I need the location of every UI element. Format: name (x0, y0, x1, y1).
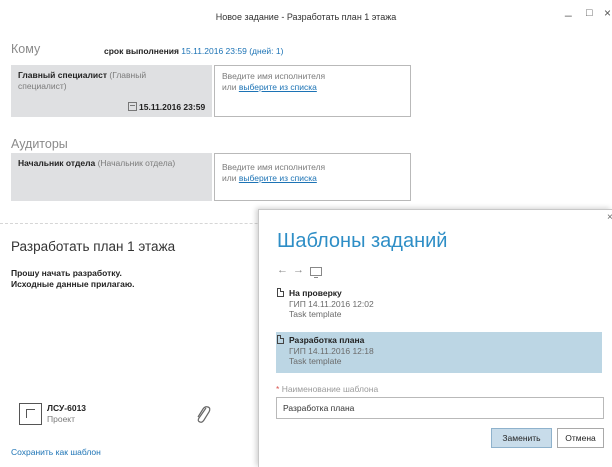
assignee-input[interactable]: Введите имя исполнителя или выберите из … (214, 65, 411, 117)
template-name-value: Разработка плана (283, 403, 355, 413)
assignee-date: 15.11.2016 23:59 (139, 102, 206, 112)
template-name-label: * Наименование шаблона (276, 384, 379, 394)
replace-button[interactable]: Заменить (491, 428, 552, 448)
maximize-button[interactable]: □ (586, 7, 593, 19)
deadline-label: срок выполнения (104, 46, 179, 56)
project-icon[interactable] (19, 403, 42, 425)
monitor-icon[interactable] (310, 267, 322, 278)
document-icon (277, 288, 284, 297)
dialog-title: Шаблоны заданий (277, 230, 448, 252)
task-body[interactable]: Прошу начать разработку. Исходные данные… (11, 268, 135, 290)
project-code[interactable]: ЛСУ-6013 (47, 403, 86, 414)
deadline-days: (дней: 1) (249, 46, 284, 56)
assignee-input-or: или (222, 82, 237, 92)
auditor-choose-link[interactable]: выберите из списка (239, 173, 317, 183)
task-title[interactable]: Разработать план 1 этажа (11, 239, 175, 254)
deadline-row: срок выполнения 15.11.2016 23:59 (дней: … (104, 46, 283, 57)
calendar-icon[interactable] (128, 102, 137, 111)
template-item-meta: ГИП 14.11.2016 12:18 Task template (289, 346, 374, 366)
to-header: Кому (11, 42, 41, 56)
template-item[interactable]: Разработка плана ГИП 14.11.2016 12:18 Task… (276, 332, 602, 373)
task-body-line2: Исходные данные прилагаю. (11, 279, 135, 289)
auditor-input-hint: Введите имя исполнителя (222, 162, 326, 172)
auditor-role: (Начальник отдела) (97, 158, 176, 168)
dialog-close-button[interactable]: × (607, 212, 612, 223)
template-name-input[interactable]: Разработка плана (276, 397, 604, 419)
save-as-template-link[interactable]: Сохранить как шаблон (11, 447, 101, 458)
project-label: Проект (47, 414, 75, 424)
auditor-card[interactable]: Начальник отдела (Начальник отдела) (11, 153, 212, 201)
window-title: Новое задание - Разработать план 1 этажа (215, 12, 397, 22)
deadline-value[interactable]: 15.11.2016 23:59 (181, 46, 247, 56)
document-icon (277, 335, 284, 344)
auditor-input-or: или (222, 173, 237, 183)
back-arrow-icon[interactable]: ← (277, 264, 288, 276)
assignee-name: Главный специалист (18, 70, 108, 80)
task-body-line1: Прошу начать разработку. (11, 268, 122, 278)
auditors-header: Аудиторы (11, 137, 68, 151)
auditor-name: Начальник отдела (18, 158, 96, 168)
template-item-meta: ГИП 14.11.2016 12:02 Task template (289, 299, 374, 319)
required-mark: * (276, 384, 280, 394)
assignee-card[interactable]: Главный специалист (Главный специалист) … (11, 65, 212, 117)
assignee-input-hint: Введите имя исполнителя (222, 71, 326, 81)
forward-arrow-icon[interactable]: → (293, 264, 304, 276)
cancel-button[interactable]: Отмена (557, 428, 604, 448)
assignee-choose-link[interactable]: выберите из списка (239, 82, 317, 92)
title-bar: Новое задание - Разработать план 1 этажа… (0, 0, 612, 30)
assignee-text: Главный специалист (Главный специалист) (18, 70, 188, 92)
template-item[interactable]: На проверку ГИП 14.11.2016 12:02 Task temp… (276, 285, 602, 326)
template-item-name: Разработка плана (289, 335, 365, 345)
minimize-button[interactable]: _ (565, 3, 572, 17)
auditor-input[interactable]: Введите имя исполнителя или выберите из … (214, 153, 411, 201)
template-item-name: На проверку (289, 288, 342, 298)
close-button[interactable]: × (604, 6, 611, 20)
auditor-text: Начальник отдела (Начальник отдела) (18, 158, 208, 169)
paperclip-icon[interactable] (195, 404, 211, 426)
